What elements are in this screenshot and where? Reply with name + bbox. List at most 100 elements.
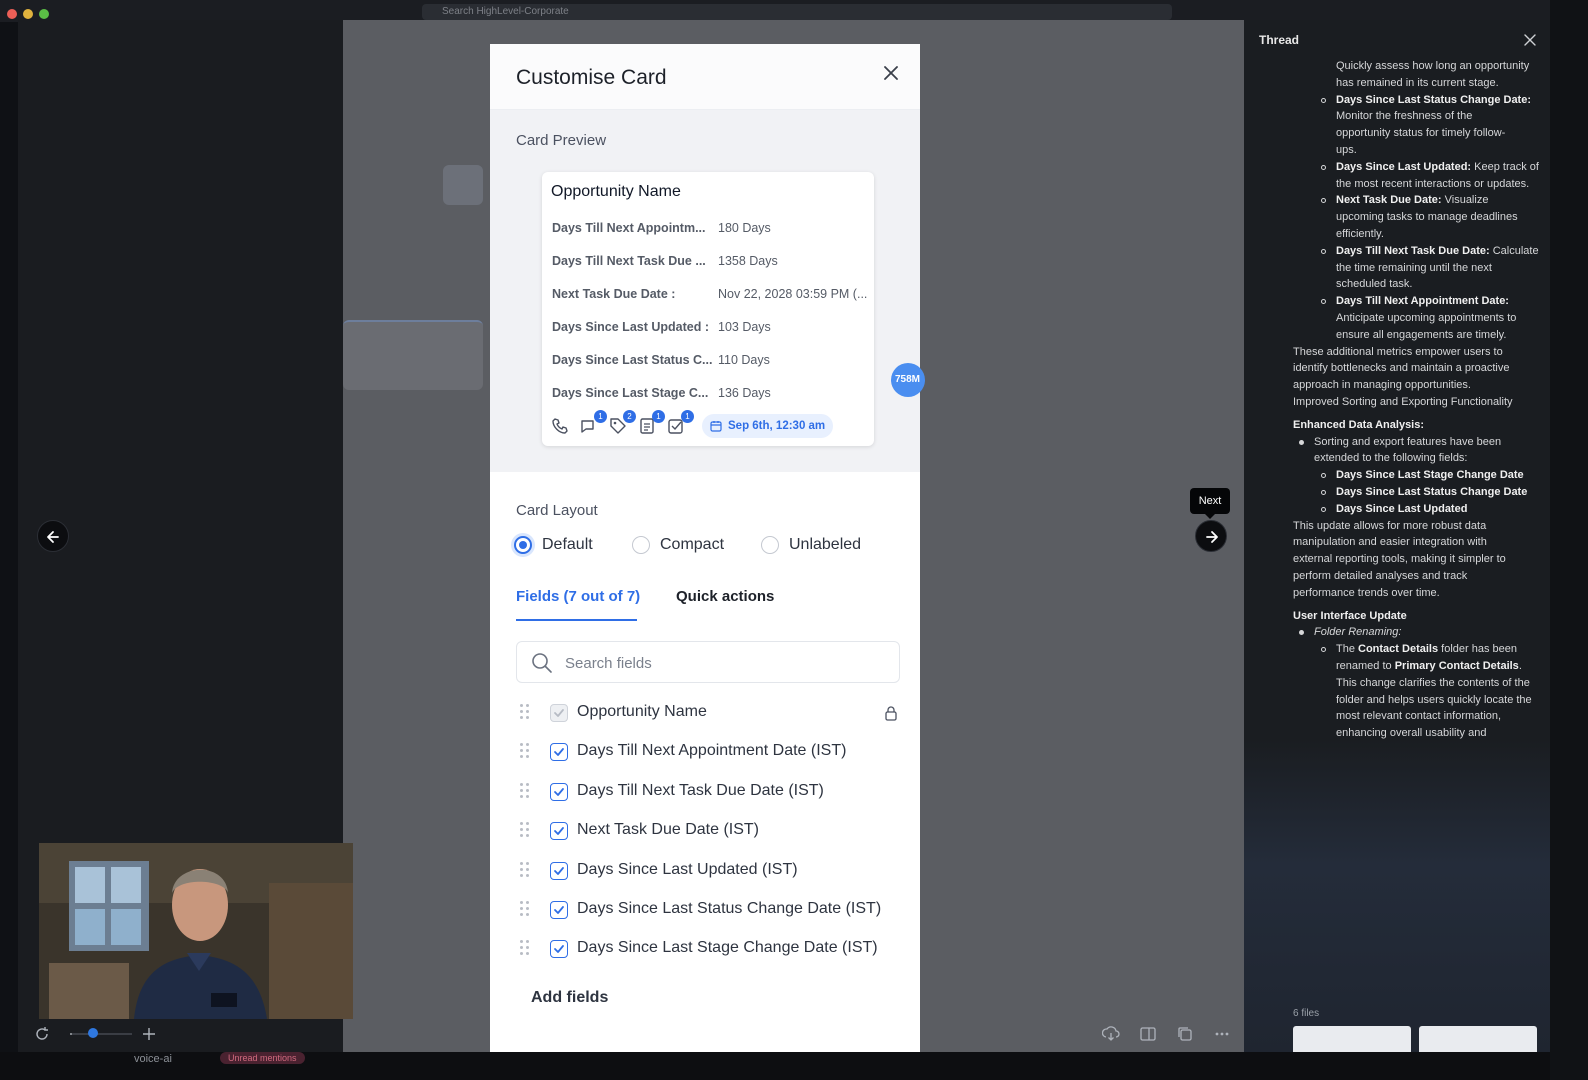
app-bottom-strip: voice-ai Unread mentions [0, 1052, 1588, 1080]
refresh-icon[interactable] [33, 1025, 51, 1043]
field-row: Days Since Last Updated (IST) [516, 856, 900, 886]
thread-text-line: The Contact Details folder has been [1321, 641, 1517, 658]
thread-text-bold: Days Since Last Status Change Date: [1336, 93, 1532, 106]
browser-search-bar[interactable]: Search HighLevel-Corporate [422, 4, 1172, 20]
thread-text-bold: Next Task Due Date: [1336, 194, 1442, 207]
tag-icon[interactable]: 2 [608, 410, 636, 436]
previous-button[interactable] [37, 520, 69, 552]
drag-handle-icon[interactable] [520, 901, 532, 919]
unread-mentions-pill[interactable]: Unread mentions [220, 1052, 305, 1064]
thread-panel: Thread Quickly assess how long an opport… [1244, 20, 1550, 1052]
search-fields [516, 641, 900, 683]
bullet-marker [1321, 506, 1326, 512]
thread-text-text: efficiently. [1336, 228, 1384, 240]
appointment-date-pill[interactable]: Sep 6th, 12:30 am [702, 414, 834, 438]
thread-text-line: These additional metrics empower users t… [1293, 344, 1503, 361]
bullet-marker [1321, 647, 1326, 653]
thread-text-line: the time remaining until the next [1336, 260, 1492, 277]
tab-fields[interactable]: Fields (7 out of 7) [516, 588, 640, 605]
browser-title-bar: Search HighLevel-Corporate [0, 0, 1588, 22]
zoom-slider-track[interactable] [72, 1033, 132, 1035]
thread-text-line: Next Task Due Date: Visualize [1321, 192, 1488, 209]
thread-text-bold: Days Till Next Task Due Date: [1336, 244, 1490, 257]
phone-icon[interactable] [550, 416, 570, 436]
thread-text-text: performance trends over time. [1293, 586, 1440, 599]
channel-name[interactable]: voice-ai [134, 1052, 172, 1066]
viewer-controls [18, 1016, 1244, 1052]
field-checkbox[interactable] [550, 782, 568, 801]
field-checkbox [550, 704, 568, 722]
thread-close-button[interactable] [1523, 33, 1537, 47]
side-avatar-badge[interactable]: 758M [891, 363, 925, 397]
radio-circle [632, 536, 650, 554]
card-layout-options: Default Compact Unlabeled [514, 534, 914, 558]
file-thumbnail[interactable] [1419, 1026, 1537, 1052]
copy-icon[interactable] [1176, 1025, 1194, 1043]
field-checkbox[interactable] [550, 901, 568, 919]
thread-text-line: This update allows for more robust data [1293, 518, 1486, 535]
card-row: Days Till Next Appointm... 180 Days [552, 221, 872, 241]
field-checkbox[interactable] [550, 940, 568, 959]
thread-text-line: ups. [1336, 142, 1357, 159]
thread-text-line: Days Since Last Stage Change Date [1321, 467, 1524, 484]
customise-card-modal: Customise Card Card Preview Opportunity … [490, 44, 920, 1052]
card-row-key: Days Till Next Task Due ... [552, 254, 706, 268]
field-checkbox[interactable] [550, 743, 568, 762]
thread-text-line: Days Till Next Appointment Date: [1321, 293, 1509, 310]
thread-text-line: Quickly assess how long an opportunity [1336, 58, 1529, 75]
next-button[interactable] [1195, 520, 1227, 552]
thread-header: Thread [1244, 20, 1550, 60]
maximize-window-button[interactable] [39, 9, 49, 19]
card-row-value: 110 Days [718, 353, 770, 367]
field-checkbox[interactable] [550, 822, 568, 841]
appointment-date-text: Sep 6th, 12:30 am [728, 420, 826, 432]
close-window-button[interactable] [7, 9, 17, 19]
thread-text-text: extended to the following fields: [1314, 452, 1468, 465]
download-icon[interactable] [1101, 1025, 1120, 1043]
tab-quick-actions[interactable]: Quick actions [676, 588, 774, 605]
field-label: Opportunity Name [577, 703, 707, 720]
drag-handle-icon[interactable] [520, 940, 532, 958]
files-count[interactable]: 6 files [1293, 1008, 1319, 1019]
file-thumbnail[interactable] [1293, 1026, 1411, 1052]
chat-icon[interactable]: 1 [579, 410, 607, 436]
split-view-icon[interactable] [1139, 1025, 1157, 1043]
thread-text-text: enhancing overall usability and [1336, 727, 1487, 740]
drag-handle-icon[interactable] [520, 704, 532, 722]
drag-handle-icon[interactable] [520, 861, 532, 880]
thread-title: Thread [1259, 33, 1300, 47]
card-row: Days Since Last Status C... 110 Days [552, 353, 872, 373]
zoom-slider-handle[interactable] [88, 1028, 98, 1038]
thread-text-text: perform detailed analyses and track [1293, 570, 1468, 582]
search-fields-input[interactable] [565, 652, 885, 674]
thread-text-text: most relevant contact information, [1336, 710, 1502, 723]
modal-header: Customise Card [490, 44, 920, 110]
drag-handle-icon[interactable] [520, 822, 532, 840]
note-icon[interactable]: 1 [637, 410, 665, 436]
thread-text-text: the most recent interactions or updates. [1336, 177, 1530, 190]
more-options-icon[interactable] [1213, 1025, 1231, 1043]
presenter-image [39, 843, 353, 1019]
card-row-key: Days Since Last Stage C... [552, 386, 709, 400]
badge-count: 2 [623, 410, 636, 423]
thread-text-line: Days Till Next Task Due Date: Calculate [1321, 243, 1539, 260]
field-row: Days Since Last Stage Change Date (IST) [516, 934, 900, 964]
card-row: Days Since Last Stage C... 136 Days [552, 386, 872, 406]
drag-handle-icon[interactable] [520, 782, 532, 801]
add-fields-button[interactable]: Add fields [531, 989, 608, 1007]
thread-text-text: Keep track of [1471, 160, 1539, 173]
card-row: Days Till Next Task Due ... 1358 Days [552, 254, 872, 274]
zoom-in-icon[interactable] [140, 1025, 158, 1043]
task-icon[interactable]: 1 [666, 410, 694, 436]
presenter-video [39, 843, 353, 1019]
minimize-window-button[interactable] [23, 9, 33, 19]
modal-close-button[interactable] [880, 62, 902, 84]
thread-text-text: renamed to [1336, 660, 1395, 672]
field-checkbox[interactable] [550, 861, 568, 880]
card-layout-label: Card Layout [516, 502, 598, 519]
active-tab-indicator [516, 619, 637, 621]
bullet-marker [1321, 97, 1326, 103]
thread-text-bold: Days Since Last Status Change Date [1336, 486, 1528, 498]
drag-handle-icon[interactable] [520, 743, 532, 761]
arrow-left-icon [47, 531, 59, 543]
